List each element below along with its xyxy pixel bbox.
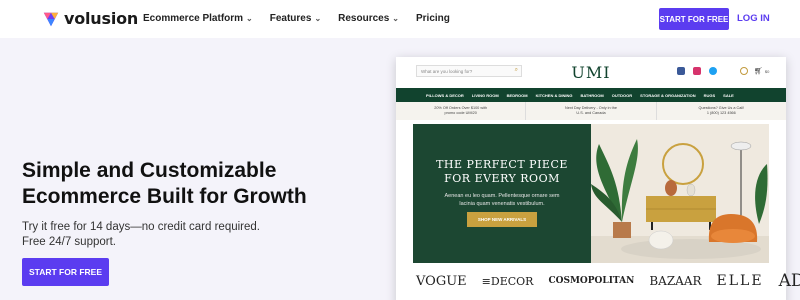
store-promo: 20% Off Orders Over $100 with promo code… — [396, 102, 527, 120]
hero-subtitle-line: Try it free for 14 days—no credit card r… — [22, 221, 260, 233]
facebook-icon — [677, 67, 685, 75]
chevron-down-icon: ⌄ — [392, 14, 399, 23]
promo-line: U.S. and Canada — [576, 111, 606, 115]
search-icon: ⌕ — [514, 67, 518, 73]
login-link[interactable]: LOG IN — [737, 13, 770, 24]
store-hero-title-line: FOR EVERY ROOM — [444, 172, 560, 185]
bazaar-logo: BAZAAR — [649, 274, 702, 288]
store-hero-text-line: lacinia quam venenatis vestibulum. — [459, 201, 545, 207]
store-hero-title-line: THE PERFECT PIECE — [436, 158, 568, 171]
start-free-button-hero[interactable]: START FOR FREE — [22, 258, 109, 286]
store-nav-item: BEDROOM — [506, 92, 528, 98]
store-hero-image — [591, 124, 769, 263]
store-social-icons — [677, 67, 725, 75]
nav-label: Features — [269, 13, 312, 24]
cart-icon: 🛒︎ — [754, 68, 763, 75]
chevron-down-icon: ⌄ — [246, 14, 253, 23]
store-nav-item: RUGS — [703, 92, 716, 98]
nav-resources[interactable]: Resources ⌄ — [338, 13, 399, 24]
store-nav-item: KITCHEN & DINING — [535, 92, 573, 98]
main-nav: Ecommerce Platform ⌄ Features ⌄ Resource… — [143, 13, 467, 24]
elle-logo: ELLE — [716, 273, 764, 289]
vogue-logo: VOGUE — [416, 273, 467, 289]
store-search-input: What are you looking for? ⌕ — [416, 65, 522, 77]
store-nav-item: OUTDOOR — [611, 92, 633, 98]
store-nav-item: LIVING ROOM — [471, 92, 499, 98]
store-nav-item: PILLOWS & DECOR — [426, 92, 464, 98]
store-promo: Next Day Delivery - Only in the U.S. and… — [526, 102, 657, 120]
store-hero-panel: THE PERFECT PIECE FOR EVERY ROOM Aenean … — [413, 124, 591, 263]
elle-decor-logo: ≡DECOR — [481, 274, 534, 288]
hero-subtitle: Try it free for 14 days—no credit card r… — [22, 220, 322, 250]
twitter-icon — [709, 67, 717, 75]
nav-pricing[interactable]: Pricing — [416, 13, 450, 24]
store-nav-item: STORAGE & ORGANIZATION — [640, 92, 696, 98]
store-nav-item: BATHROOM — [580, 92, 604, 98]
nav-label: Pricing — [415, 13, 450, 24]
store-hero-text: Aenean eu leo quam. Pellentesque ornare … — [433, 192, 571, 208]
store-account-area: 🛒︎ $0 — [740, 67, 769, 75]
start-free-button-header[interactable]: START FOR FREE — [659, 8, 729, 30]
promo-line: 1 (800) 123 4566 — [706, 111, 736, 115]
store-hero-text-line: Aenean eu leo quam. Pellentesque ornare … — [444, 193, 560, 199]
hero-title: Simple and Customizable Ecommerce Built … — [22, 159, 307, 208]
volusion-logo-icon — [43, 12, 59, 26]
store-search-placeholder: What are you looking for? — [421, 69, 473, 74]
hero-subtitle-line: Free 24/7 support. — [22, 236, 116, 248]
store-nav-item: SALE — [723, 92, 734, 98]
store-brand-logo: UMI — [571, 63, 611, 82]
nav-label: Resources — [338, 13, 390, 24]
nav-features[interactable]: Features ⌄ — [270, 13, 321, 24]
nav-ecommerce-platform[interactable]: Ecommerce Platform ⌄ — [143, 13, 253, 24]
logo-text: volusion — [64, 9, 139, 28]
logo[interactable]: volusion — [42, 9, 138, 28]
living-room-illustration — [591, 124, 769, 263]
shop-new-arrivals-button: SHOP NEW ARRIVALS — [467, 212, 537, 227]
store-promo: Questions? Give Us a Call! 1 (800) 123 4… — [657, 102, 786, 120]
ad-logo: AD — [778, 271, 800, 291]
store-preview: What are you looking for? ⌕ UMI 🛒︎ $0 PI… — [396, 57, 800, 300]
cart-count: $0 — [764, 68, 770, 74]
chevron-down-icon: ⌄ — [314, 14, 322, 23]
nav-label: Ecommerce Platform — [143, 13, 244, 24]
top-navbar: volusion Ecommerce Platform ⌄ Features ⌄… — [0, 0, 800, 38]
promo-line: promo code UMI20 — [444, 111, 477, 115]
store-hero-title: THE PERFECT PIECE FOR EVERY ROOM — [413, 158, 591, 186]
store-nav: PILLOWS & DECOR LIVING ROOM BEDROOM KITC… — [396, 88, 786, 102]
account-icon — [740, 67, 748, 75]
instagram-icon — [693, 67, 701, 75]
press-logos: VOGUE ≡DECOR COSMOPOLITAN BAZAAR ELLE AD — [416, 271, 800, 291]
cosmopolitan-logo: COSMOPOLITAN — [548, 276, 635, 286]
store-promo-bar: 20% Off Orders Over $100 with promo code… — [396, 102, 786, 120]
